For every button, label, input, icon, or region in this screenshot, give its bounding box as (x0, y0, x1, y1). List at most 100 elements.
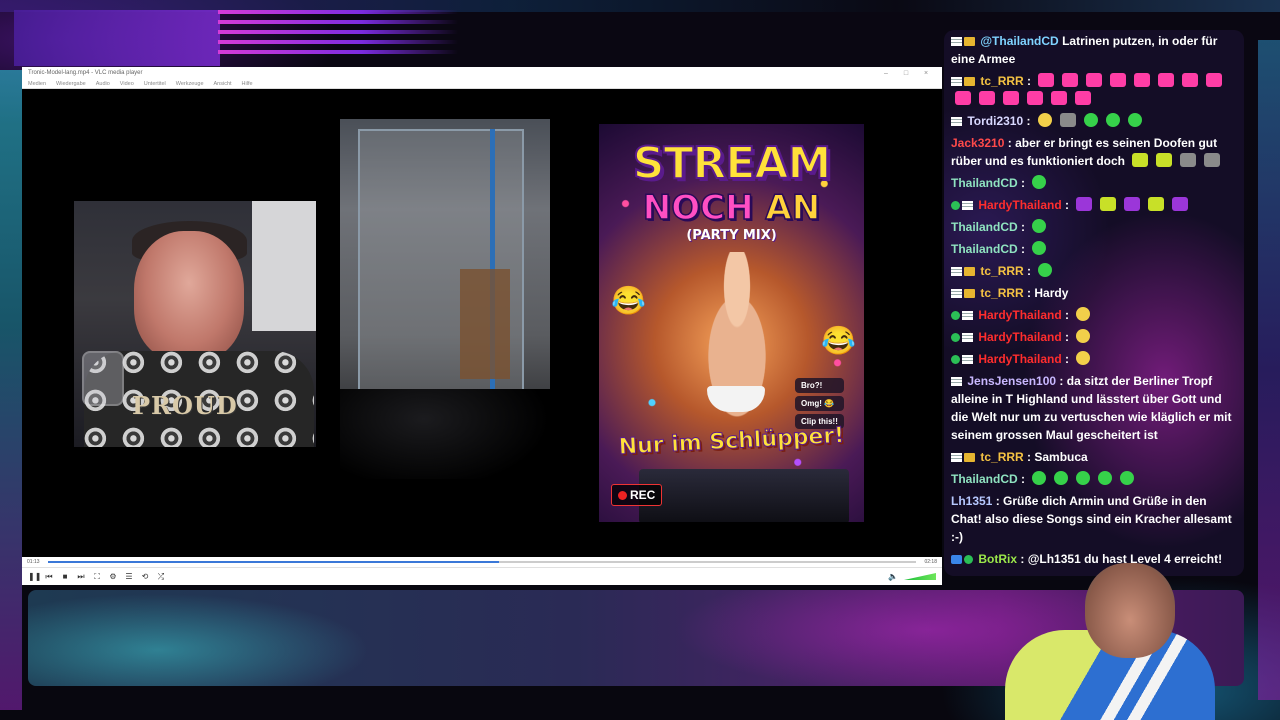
chat-text: Hardy (1034, 286, 1069, 300)
menu-untertitel[interactable]: Untertitel (144, 81, 166, 87)
menu-ansicht[interactable]: Ansicht (214, 81, 232, 87)
emote-icon (1032, 471, 1047, 485)
chat-username[interactable]: Tordi2310 (967, 114, 1023, 128)
subscriber-badge-icon (962, 333, 973, 342)
vlc-video-area[interactable]: PROUD STREAM NOCH AN (PARTY MIX) 😂 😂 Bro… (22, 89, 942, 556)
poster-title-line2: NOCH AN (599, 188, 864, 228)
chat-username[interactable]: Lh1351 (951, 494, 992, 508)
vlc-window[interactable]: Tronic-Model-lang.mp4 - VLC media player… (22, 67, 942, 585)
laughing-emoji-icon: 😂 (611, 285, 646, 316)
shirt-text: PROUD (132, 391, 238, 420)
previous-icon[interactable]: ⏮ (44, 572, 54, 582)
verified-badge-icon (964, 555, 973, 564)
pink-emote-icon (1182, 73, 1199, 87)
close-icon[interactable]: × (916, 70, 936, 77)
chat-username[interactable]: tc_RRR (980, 74, 1023, 88)
chat-username[interactable]: ThailandCD (951, 472, 1018, 486)
chat-username[interactable]: Jack3210 (951, 136, 1004, 150)
chat-message: Tordi2310 : (951, 112, 1238, 130)
chat-username[interactable]: ThailandCD (951, 176, 1018, 190)
pink-emote-icon (1051, 91, 1067, 105)
chat-message: HardyThailand : (951, 306, 1238, 324)
crown-badge-icon (964, 267, 975, 276)
loop-icon[interactable]: ⟲ (140, 572, 150, 581)
speaker-icon[interactable]: 🔈 (888, 572, 898, 581)
video-person-drinking: PROUD (74, 201, 316, 447)
subscriber-badge-icon (951, 453, 962, 462)
chat-username[interactable]: tc_RRR (980, 450, 1023, 464)
chat-username[interactable]: JensJensen100 (967, 374, 1056, 388)
subscriber-badge-icon (951, 37, 962, 46)
vlc-titlebar[interactable]: Tronic-Model-lang.mp4 - VLC media player… (22, 67, 942, 79)
menu-audio[interactable]: Audio (96, 81, 110, 87)
chat-username[interactable]: HardyThailand (978, 198, 1061, 212)
rec-badge: REC (611, 484, 663, 506)
chat-username[interactable]: tc_RRR (980, 264, 1023, 278)
chat-text: Grüße dich Armin und Grüße in den Chat! … (951, 494, 1232, 544)
pink-emote-icon (1158, 73, 1175, 87)
chat-username[interactable]: ThailandCD (951, 220, 1018, 234)
chat-message: ThailandCD : (951, 218, 1238, 236)
chat-text: Sambuca (1034, 450, 1088, 464)
chat-message: ThailandCD : (951, 174, 1238, 192)
menu-video[interactable]: Video (120, 81, 134, 87)
extended-settings-icon[interactable]: ⚙ (108, 572, 118, 581)
pink-emote-icon (1110, 73, 1127, 87)
chat-message: ThailandCD : (951, 240, 1238, 258)
menu-hilfe[interactable]: Hilfe (242, 81, 253, 87)
chat-message: HardyThailand : (951, 196, 1238, 214)
pink-emote-icon (1062, 73, 1079, 87)
chat-panel[interactable]: @ThailandCD Latrinen putzen, in oder für… (944, 30, 1244, 576)
poster-title-noch: NOCH (642, 188, 766, 228)
emote-icon (1180, 153, 1197, 167)
menu-werkzeuge[interactable]: Werkzeuge (176, 81, 204, 87)
fridge (252, 201, 316, 331)
chat-message: Jack3210 : aber er bringt es seinen Doof… (951, 134, 1238, 170)
chat-message: Lh1351 : Grüße dich Armin und Grüße in d… (951, 494, 1232, 544)
chat-username[interactable]: HardyThailand (978, 330, 1061, 344)
fullscreen-icon[interactable]: ⛶ (92, 572, 102, 582)
emote-icon (1037, 113, 1052, 127)
emote-icon (1083, 113, 1098, 127)
pause-icon[interactable]: ❚❚ (28, 572, 41, 581)
chat-username[interactable]: HardyThailand (978, 352, 1061, 366)
time-elapsed: 01:13 (27, 559, 40, 565)
pink-emote-icon (1027, 91, 1043, 105)
volume-slider[interactable] (904, 573, 936, 580)
emote-icon (1038, 263, 1053, 277)
poster-title: STREAM (632, 138, 832, 189)
vlc-controls: ❚❚ ⏮ ■ ⏭ ⛶ ⚙ ☰ ⟲ ⤮ 🔈 (22, 567, 942, 585)
minimize-icon[interactable]: – (876, 70, 896, 77)
maximize-icon[interactable]: □ (896, 70, 916, 77)
pink-emote-icon (955, 91, 971, 105)
rec-label: REC (630, 488, 656, 502)
shuffle-icon[interactable]: ⤮ (156, 572, 166, 582)
poster-bubble: Omg! 😂 (795, 396, 844, 411)
stop-icon[interactable]: ■ (60, 572, 70, 581)
party-poster: STREAM NOCH AN (PARTY MIX) 😂 😂 Bro?! Omg… (599, 124, 864, 522)
time-total: 02:18 (924, 559, 937, 565)
menu-medien[interactable]: Medien (28, 81, 46, 87)
chat-message: JensJensen100 : da sitzt der Berliner Tr… (951, 374, 1232, 442)
chat-message: HardyThailand : (951, 350, 1238, 368)
chat-username[interactable]: ThailandCD (951, 242, 1018, 256)
seek-bar-fill (47, 561, 500, 563)
playlist-icon[interactable]: ☰ (124, 572, 134, 581)
poster-bubble: Bro?! (795, 378, 844, 393)
menu-wiedergabe[interactable]: Wiedergabe (56, 81, 86, 87)
seek-bar[interactable] (47, 561, 917, 563)
chair (460, 269, 510, 379)
emote-icon (1076, 307, 1091, 321)
rec-dot-icon (618, 491, 627, 500)
emote-icon (1172, 197, 1189, 211)
crown-badge-icon (964, 77, 975, 86)
streamer-webcam (1000, 555, 1215, 720)
subscriber-badge-icon (951, 289, 962, 298)
shadow (340, 389, 550, 479)
chat-username[interactable]: tc_RRR (980, 286, 1023, 300)
chat-username[interactable]: HardyThailand (978, 308, 1061, 322)
subscriber-badge-icon (951, 377, 962, 386)
next-icon[interactable]: ⏭ (76, 572, 86, 582)
emote-icon (1120, 471, 1135, 485)
crown-badge-icon (964, 453, 975, 462)
